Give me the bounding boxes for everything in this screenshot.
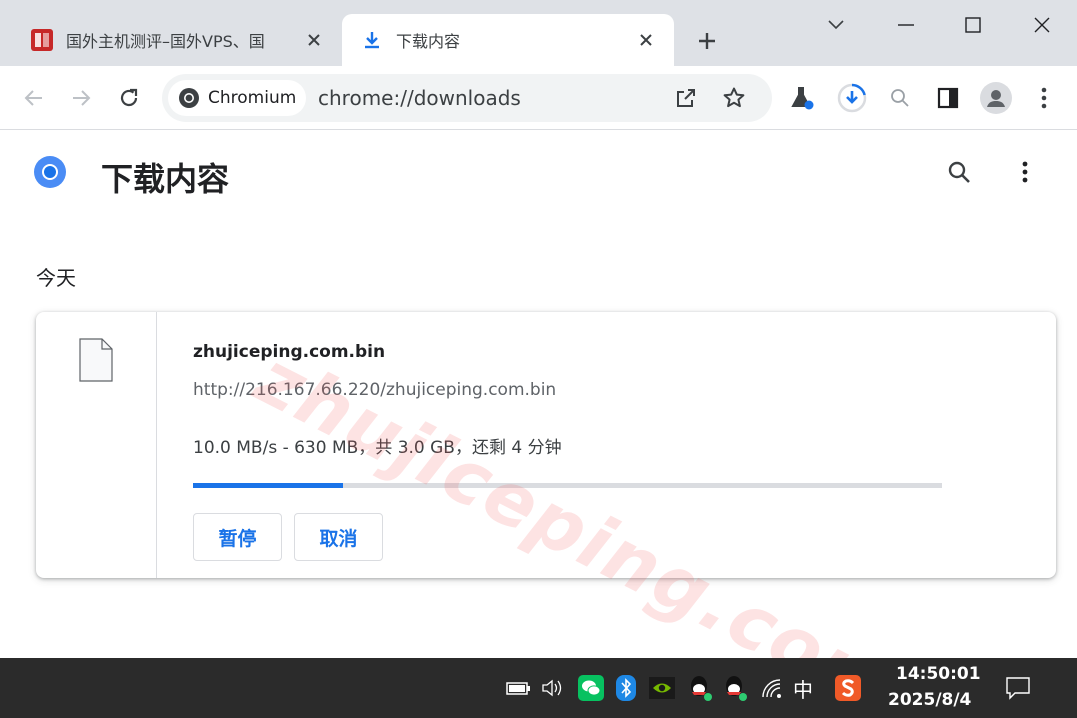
tab-title: 下载内容 (396, 32, 461, 51)
download-status: 10.0 MB/s - 630 MB，共 3.0 GB，还剩 4 分钟 (193, 438, 562, 458)
tab-search-chevron-icon[interactable] (819, 8, 853, 42)
site-chip-label: Chromium (208, 88, 297, 108)
minimize-icon[interactable] (889, 8, 923, 42)
chrome-logo-icon (33, 155, 67, 189)
clock-time[interactable]: 14:50:01 (896, 664, 981, 684)
bluetooth-icon[interactable] (612, 674, 640, 702)
side-panel-icon[interactable] (928, 78, 968, 118)
nvidia-icon[interactable] (648, 674, 676, 702)
back-icon[interactable] (14, 78, 54, 118)
page-title: 下载内容 (101, 160, 230, 198)
qq-icon-2[interactable] (721, 674, 749, 702)
battery-icon[interactable] (505, 674, 533, 702)
star-icon[interactable] (716, 80, 752, 116)
site-favicon-icon (30, 28, 54, 52)
progress-fill (193, 483, 343, 488)
browser-toolbar: Chromium chrome://downloads (0, 66, 1077, 130)
download-item: zhujiceping.com.bin http://216.167.66.22… (36, 312, 1056, 578)
download-progress-icon[interactable] (832, 78, 872, 118)
notification-icon[interactable] (1004, 674, 1032, 702)
address-bar[interactable]: Chromium chrome://downloads (162, 74, 772, 122)
labs-icon[interactable] (782, 78, 822, 118)
progress-bar (193, 483, 942, 488)
taskbar: 中 14:50:01 2025/8/4 (0, 658, 1077, 718)
tab-downloads[interactable]: 下载内容 (342, 14, 674, 66)
download-favicon-icon (360, 28, 384, 52)
pause-button[interactable]: 暂停 (193, 513, 282, 561)
new-tab-icon[interactable] (690, 24, 724, 58)
window-close-icon[interactable] (1025, 8, 1059, 42)
zoom-icon[interactable] (880, 78, 920, 118)
wechat-icon[interactable] (577, 674, 605, 702)
forward-icon[interactable] (61, 78, 101, 118)
wifi-icon[interactable] (758, 674, 786, 702)
source-url[interactable]: http://216.167.66.220/zhujiceping.com.bi… (193, 380, 556, 400)
search-icon[interactable] (939, 152, 979, 192)
profile-icon[interactable] (976, 78, 1016, 118)
tab-close-icon[interactable] (632, 26, 660, 54)
clock-date[interactable]: 2025/8/4 (888, 690, 971, 710)
date-heading: 今天 (36, 266, 76, 290)
url-text[interactable]: chrome://downloads (318, 86, 521, 110)
reload-icon[interactable] (109, 78, 149, 118)
file-icon (79, 338, 113, 386)
ime-indicator[interactable]: 中 (793, 674, 813, 703)
site-chip[interactable]: Chromium (168, 80, 306, 116)
sogou-input-icon[interactable] (834, 674, 862, 702)
maximize-icon[interactable] (956, 8, 990, 42)
qq-icon[interactable] (686, 674, 714, 702)
chromium-logo-icon (178, 87, 200, 109)
file-name-link[interactable]: zhujiceping.com.bin (193, 342, 385, 362)
tab-close-icon[interactable] (300, 26, 328, 54)
file-icon-column (36, 312, 157, 578)
menu-icon[interactable] (1024, 78, 1064, 118)
more-icon[interactable] (1005, 152, 1045, 192)
tab-strip: 国外主机测评–国外VPS、国 下载内容 (0, 0, 1077, 66)
cancel-button[interactable]: 取消 (294, 513, 383, 561)
tab-title: 国外主机测评–国外VPS、国 (66, 32, 265, 51)
tab-zhujiceping[interactable]: 国外主机测评–国外VPS、国 (14, 14, 342, 66)
share-icon[interactable] (668, 80, 704, 116)
volume-icon[interactable] (539, 674, 567, 702)
